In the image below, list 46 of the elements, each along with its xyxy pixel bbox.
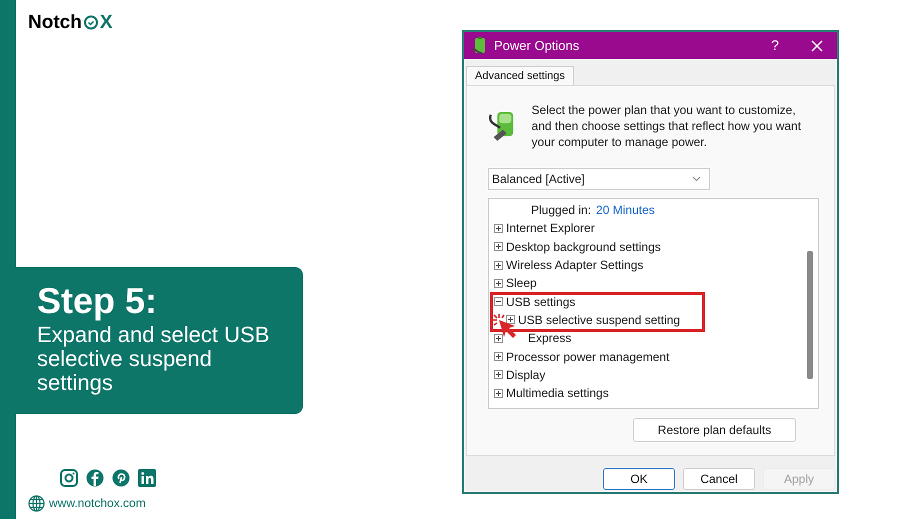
scrollbar-thumb[interactable] (807, 251, 813, 379)
expand-icon[interactable] (494, 224, 503, 233)
expand-icon[interactable] (494, 352, 503, 362)
tab[interactable]: Advanced settings (466, 66, 574, 85)
tree-item[interactable]: Multimedia settings (506, 384, 609, 402)
expand-icon[interactable] (494, 242, 503, 252)
pinterest-icon[interactable] (112, 469, 130, 487)
tree-item[interactable]: Express (506, 329, 572, 348)
step-description: Expand and select USB selective suspend settings (37, 323, 270, 395)
tree-item[interactable]: Internet Explorer (506, 219, 595, 238)
expand-icon[interactable] (494, 334, 503, 343)
setting-label: Plugged in: (531, 202, 592, 220)
tree-item[interactable]: Display (506, 366, 546, 384)
chevron-down-icon (692, 176, 701, 182)
window-title: Power Options (494, 36, 580, 55)
collapse-icon[interactable] (494, 297, 503, 306)
close-icon[interactable] (811, 40, 823, 52)
expand-icon[interactable] (506, 315, 515, 324)
step-title: Step 5: (37, 281, 158, 321)
expand-icon[interactable] (494, 278, 503, 288)
help-button[interactable]: ? (761, 35, 789, 56)
plan-dropdown[interactable]: Balanced [Active] (488, 168, 710, 190)
facebook-icon[interactable] (86, 469, 104, 487)
tree-item[interactable]: Desktop background settings (506, 238, 661, 256)
expand-icon[interactable] (494, 388, 503, 398)
globe-icon (28, 494, 45, 512)
dialog-button[interactable]: OK (603, 468, 675, 490)
expand-icon[interactable] (494, 260, 503, 270)
tree-item[interactable]: Wireless Adapter Settings (506, 256, 644, 274)
expand-icon[interactable] (494, 370, 503, 380)
restore-defaults-button[interactable]: Restore plan defaults (633, 418, 796, 442)
dialog-button[interactable]: Cancel (683, 468, 755, 490)
tree-item[interactable]: USB selective suspend setting (518, 310, 680, 329)
tree-item[interactable]: Sleep (506, 274, 537, 292)
instagram-icon[interactable] (60, 469, 78, 487)
brand-logo-text: Notch (28, 12, 82, 32)
tree-item[interactable]: Processor power management (506, 348, 670, 366)
linkedin-icon[interactable] (138, 469, 156, 487)
brand-logo-text: X (100, 12, 113, 32)
plan-value: Balanced [Active] (492, 171, 586, 188)
tree-item[interactable]: USB settings (506, 292, 576, 311)
setting-value[interactable]: 20 Minutes (596, 201, 655, 220)
website-link[interactable]: www.notchox.com (49, 494, 146, 512)
battery-plug-icon (472, 36, 488, 54)
intro-text: Select the power plan that you want to customize, and then choose settings that reflect how you want your computer to manage power. (532, 102, 802, 150)
clock-icon (82, 14, 99, 30)
